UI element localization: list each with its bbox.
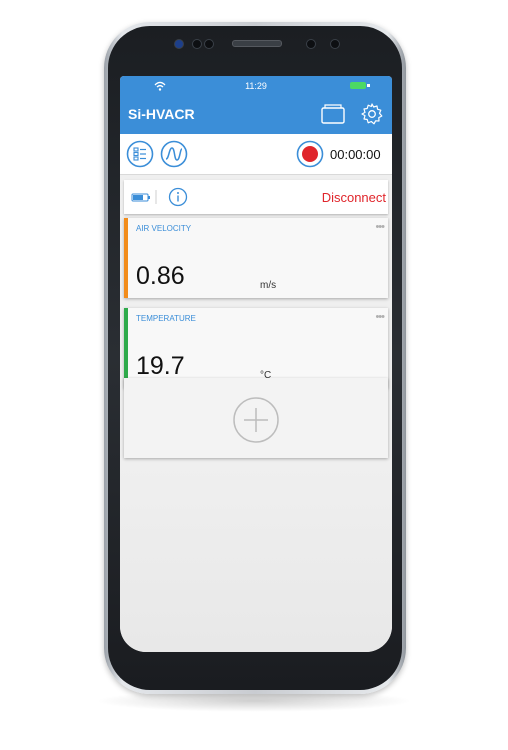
more-icon[interactable]: •••	[375, 221, 385, 233]
card-value: 19.7	[136, 352, 185, 380]
phone-bezel: 11:29 Si-HVACR 00:00:00 Disconnect AIR V…	[108, 26, 402, 690]
phone-top-hardware	[108, 36, 402, 52]
card-accent-bar	[124, 308, 128, 388]
earpiece-speaker	[232, 40, 282, 47]
card-value: 0.86	[136, 262, 185, 290]
record-timer: 00:00:00	[330, 147, 381, 162]
phone-frame: 11:29 Si-HVACR 00:00:00 Disconnect AIR V…	[104, 22, 406, 694]
device-bar: Disconnect	[124, 180, 388, 214]
proximity-sensor	[192, 39, 202, 49]
battery-tip	[367, 84, 370, 87]
device-battery-icon	[131, 190, 157, 204]
measurement-card-temperature[interactable]: TEMPERATURE ••• 19.7 °C	[124, 308, 388, 388]
card-accent-bar	[124, 218, 128, 298]
card-unit: m/s	[260, 280, 277, 291]
card-label: AIR VELOCITY	[136, 224, 192, 233]
add-icon[interactable]	[232, 396, 280, 444]
app-screen: 11:29 Si-HVACR 00:00:00 Disconnect AIR V…	[120, 76, 392, 652]
disconnect-button[interactable]: Disconnect	[322, 190, 386, 205]
card-label: TEMPERATURE	[136, 314, 196, 323]
record-icon[interactable]	[296, 140, 324, 168]
app-bar: Si-HVACR	[120, 96, 392, 134]
waveform-icon[interactable]	[160, 140, 188, 168]
battery-icon	[350, 82, 366, 89]
empty-area	[120, 464, 392, 652]
add-measurement-card[interactable]	[124, 378, 388, 458]
iris-camera	[330, 39, 340, 49]
light-sensor	[204, 39, 214, 49]
folder-icon[interactable]	[320, 103, 346, 125]
toolbar: 00:00:00	[120, 134, 392, 175]
list-view-icon[interactable]	[126, 140, 154, 168]
app-title: Si-HVACR	[128, 106, 195, 122]
info-icon[interactable]	[168, 187, 188, 207]
front-camera	[306, 39, 316, 49]
gear-icon[interactable]	[360, 102, 384, 126]
measurement-card-air-velocity[interactable]: AIR VELOCITY ••• 0.86 m/s	[124, 218, 388, 298]
front-sensor	[174, 39, 184, 49]
status-bar: 11:29	[120, 76, 392, 96]
more-icon[interactable]: •••	[375, 311, 385, 323]
